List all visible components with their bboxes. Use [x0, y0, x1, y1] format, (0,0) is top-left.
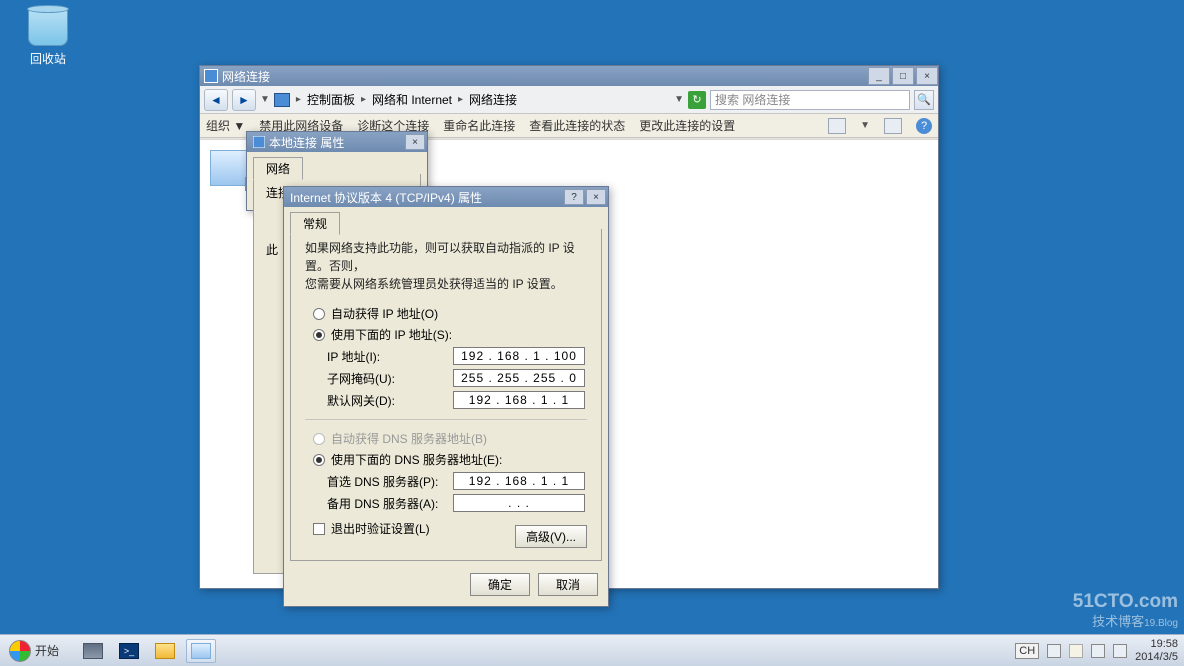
- breadcrumb-network-internet[interactable]: 网络和 Internet: [372, 91, 452, 108]
- radio-auto-dns: 自动获得 DNS 服务器地址(B): [313, 430, 587, 447]
- radio-use-ip[interactable]: 使用下面的 IP 地址(S):: [313, 326, 587, 343]
- view-status-button[interactable]: 查看此连接的状态: [529, 117, 625, 134]
- radio-selected-icon: [313, 329, 325, 341]
- refresh-button[interactable]: ↻: [688, 91, 706, 109]
- action-flag-icon[interactable]: [1069, 644, 1083, 658]
- ok-button[interactable]: 确定: [470, 573, 530, 596]
- ip-address-label: IP 地址(I):: [327, 348, 453, 365]
- organize-menu[interactable]: 组织 ▼: [206, 117, 245, 134]
- chevron-right-icon: ▸: [359, 94, 368, 105]
- ime-pad-icon[interactable]: [1047, 644, 1061, 658]
- primary-dns-input[interactable]: 192 . 168 . 1 . 1: [453, 472, 585, 490]
- breadcrumb-network-connections[interactable]: 网络连接: [469, 91, 517, 108]
- properties-icon: [253, 136, 265, 148]
- props-close-button[interactable]: ×: [405, 134, 425, 150]
- alternate-dns-label: 备用 DNS 服务器(A):: [327, 495, 453, 512]
- advanced-button[interactable]: 高级(V)...: [515, 525, 587, 548]
- nav-back-button[interactable]: ◄: [204, 89, 228, 111]
- subnet-mask-label: 子网掩码(U):: [327, 370, 453, 387]
- radio-use-dns[interactable]: 使用下面的 DNS 服务器地址(E):: [313, 451, 587, 468]
- search-input[interactable]: 搜索 网络连接: [710, 90, 910, 110]
- network-window-icon: [204, 69, 218, 83]
- powershell-task[interactable]: >_: [114, 639, 144, 663]
- checkbox-icon: [313, 523, 325, 535]
- radio-auto-ip[interactable]: 自动获得 IP 地址(O): [313, 305, 587, 322]
- close-button[interactable]: ×: [916, 67, 938, 85]
- recycle-bin-icon: [28, 8, 68, 46]
- search-placeholder: 搜索 网络连接: [715, 91, 790, 108]
- radio-icon: [313, 308, 325, 320]
- server-manager-task[interactable]: [78, 639, 108, 663]
- search-button[interactable]: 🔍: [914, 90, 934, 110]
- subnet-mask-input[interactable]: 255 . 255 . 255 . 0: [453, 369, 585, 387]
- ipv4-panel: 如果网络支持此功能，则可以获取自动指派的 IP 设置。否则， 您需要从网络系统管…: [290, 229, 602, 561]
- alternate-dns-input[interactable]: . . .: [453, 494, 585, 512]
- ipv4-help-button[interactable]: ?: [564, 189, 584, 205]
- network-tray-icon[interactable]: [1113, 644, 1127, 658]
- rename-button[interactable]: 重命名此连接: [443, 117, 515, 134]
- maximize-button[interactable]: □: [892, 67, 914, 85]
- view-mode-button[interactable]: [828, 118, 846, 134]
- default-gateway-label: 默认网关(D):: [327, 392, 453, 409]
- explorer-titlebar[interactable]: 网络连接 _ □ ×: [200, 66, 938, 86]
- ipv4-tab-general[interactable]: 常规: [290, 212, 340, 235]
- breadcrumb-control-panel[interactable]: 控制面板: [307, 91, 355, 108]
- minimize-button[interactable]: _: [868, 67, 890, 85]
- explorer-title: 网络连接: [222, 68, 270, 85]
- preview-pane-button[interactable]: [884, 118, 902, 134]
- nav-history-dropdown[interactable]: ▼: [260, 94, 270, 105]
- ipv4-properties-dialog: Internet 协议版本 4 (TCP/IPv4) 属性 ? × 常规 如果网…: [283, 186, 609, 607]
- address-dropdown[interactable]: ▼: [674, 94, 684, 105]
- radio-selected-icon: [313, 454, 325, 466]
- ipv4-titlebar[interactable]: Internet 协议版本 4 (TCP/IPv4) 属性 ? ×: [284, 187, 608, 207]
- network-connections-task[interactable]: [186, 639, 216, 663]
- default-gateway-input[interactable]: 192 . 168 . 1 . 1: [453, 391, 585, 409]
- ipv4-close-button[interactable]: ×: [586, 189, 606, 205]
- radio-disabled-icon: [313, 433, 325, 445]
- primary-dns-label: 首选 DNS 服务器(P):: [327, 473, 453, 490]
- watermark: 51CTO.com 技术博客19.Blog: [1073, 591, 1178, 630]
- help-button[interactable]: ?: [916, 118, 932, 134]
- ip-address-input[interactable]: 192 . 168 . 1 . 100: [453, 347, 585, 365]
- view-mode-dropdown[interactable]: ▼: [860, 120, 870, 131]
- ime-indicator[interactable]: CH: [1015, 643, 1039, 659]
- start-button[interactable]: 开始: [4, 638, 70, 664]
- props-title: 本地连接 属性: [269, 134, 344, 151]
- taskbar: 开始 >_ CH 19:58 2014/3/5: [0, 634, 1184, 666]
- volume-icon[interactable]: [1091, 644, 1105, 658]
- nav-forward-button[interactable]: ►: [232, 89, 256, 111]
- chevron-right-icon: ▸: [456, 94, 465, 105]
- ipv4-description: 如果网络支持此功能，则可以获取自动指派的 IP 设置。否则， 您需要从网络系统管…: [305, 239, 587, 293]
- explorer-navbar: ◄ ► ▼ ▸ 控制面板 ▸ 网络和 Internet ▸ 网络连接 ▼ ↻ 搜…: [200, 86, 938, 114]
- cancel-button[interactable]: 取消: [538, 573, 598, 596]
- system-tray: CH 19:58 2014/3/5: [1015, 638, 1184, 662]
- explorer-task[interactable]: [150, 639, 180, 663]
- windows-orb-icon: [9, 640, 31, 662]
- props-tab-network[interactable]: 网络: [253, 157, 303, 180]
- chevron-right-icon: ▸: [294, 94, 303, 105]
- change-settings-button[interactable]: 更改此连接的设置: [639, 117, 735, 134]
- recycle-bin-label: 回收站: [20, 50, 76, 67]
- breadcrumb-root-icon[interactable]: [274, 93, 290, 107]
- ipv4-title: Internet 协议版本 4 (TCP/IPv4) 属性: [290, 189, 482, 206]
- clock[interactable]: 19:58 2014/3/5: [1135, 638, 1178, 662]
- props-titlebar[interactable]: 本地连接 属性 ×: [247, 132, 427, 152]
- recycle-bin[interactable]: 回收站: [20, 8, 76, 67]
